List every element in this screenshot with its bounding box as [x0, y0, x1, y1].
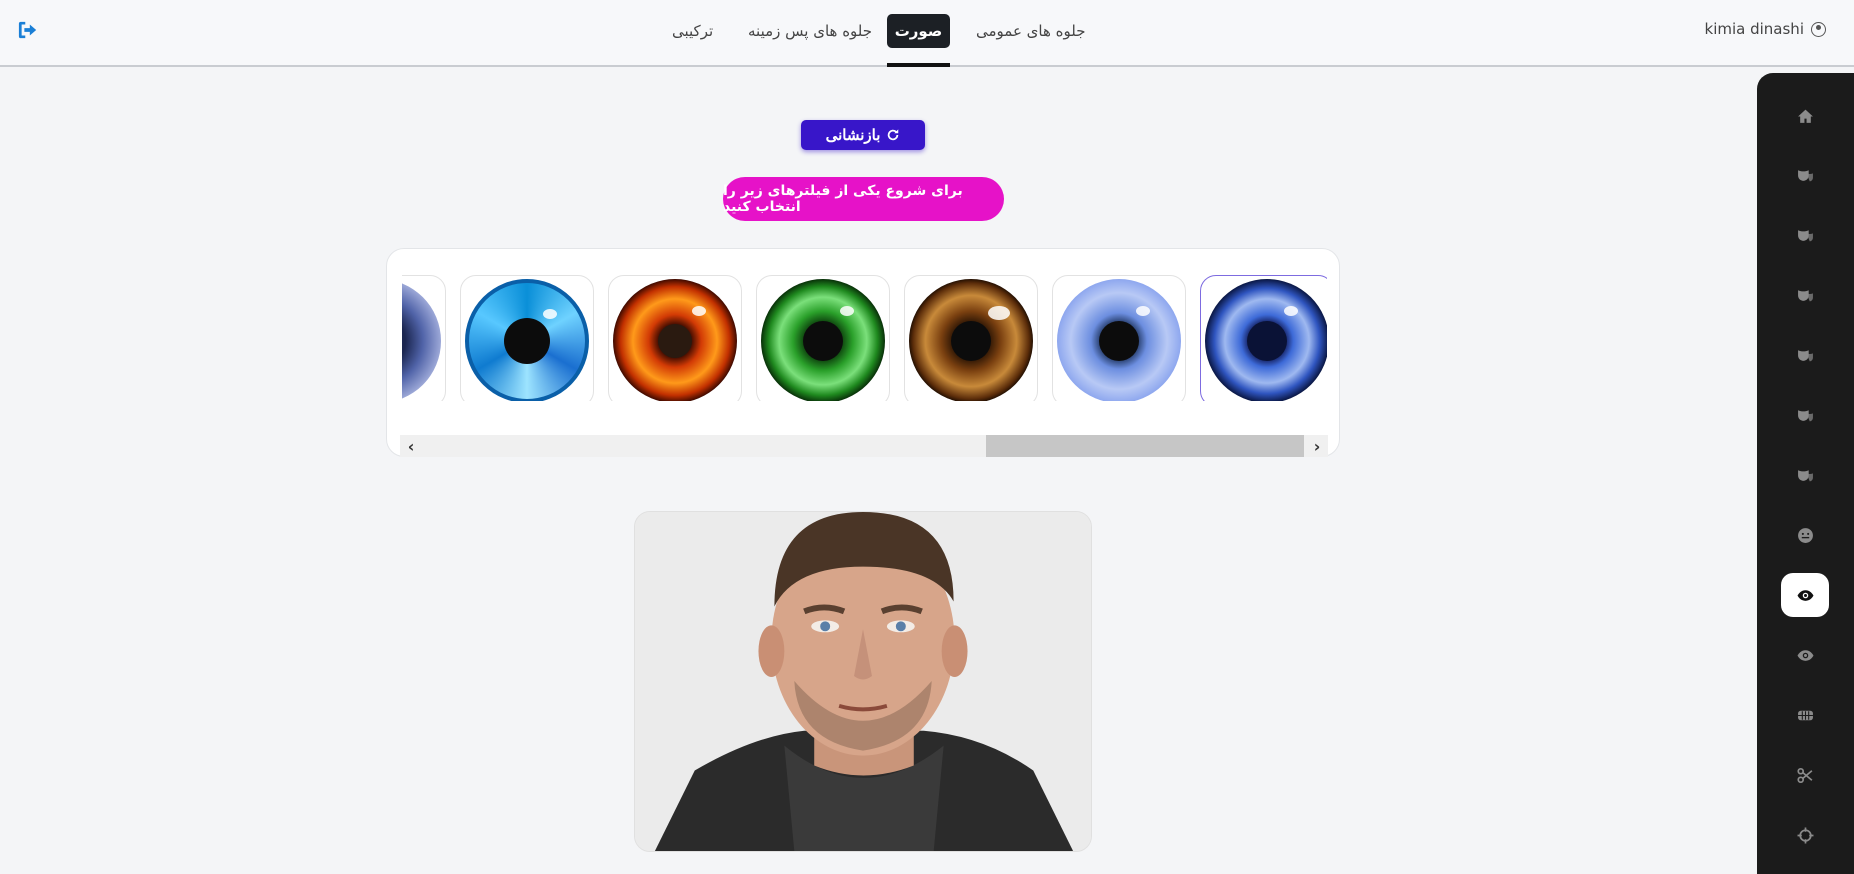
filter-thumb-fire[interactable]	[608, 275, 742, 401]
mask-icon	[1797, 409, 1813, 421]
top-header: جلوه های عمومی صورت جلوه های پس زمینه تر…	[0, 0, 1854, 67]
deep-blue-eye-image	[1205, 279, 1327, 401]
sidebar-item-scissors[interactable]	[1781, 753, 1829, 797]
face-photo-preview	[634, 511, 1092, 852]
sidebar-item-mask-2[interactable]	[1781, 213, 1829, 257]
filter-thumb-green[interactable]	[756, 275, 890, 401]
crosshair-icon	[1797, 827, 1813, 843]
reset-button[interactable]: بازنشانی	[801, 120, 925, 150]
sidebar-item-mask-3[interactable]	[1781, 273, 1829, 317]
sidebar-item-mask-4[interactable]	[1781, 333, 1829, 377]
home-icon	[1797, 109, 1813, 123]
filter-carousel	[402, 275, 1327, 401]
filter-thumb-crystal-blue[interactable]	[460, 275, 594, 401]
carousel-scrollbar[interactable]: ‹ ›	[400, 435, 1328, 457]
sidebar-item-eyes[interactable]	[1781, 633, 1829, 677]
user-circle-icon	[1811, 21, 1826, 37]
scroll-right-arrow-icon[interactable]: ›	[1306, 435, 1328, 457]
sidebar-item-home[interactable]	[1781, 94, 1829, 138]
teeth-icon	[1797, 710, 1813, 720]
active-tab-underline	[887, 63, 950, 67]
sidebar-item-crosshair[interactable]	[1781, 813, 1829, 857]
reset-label: بازنشانی	[825, 127, 881, 144]
tab-background-effects[interactable]: جلوه های پس زمینه	[748, 14, 872, 48]
filter-thumb-partial[interactable]	[402, 275, 446, 401]
eye-icon	[1797, 649, 1813, 661]
user-menu[interactable]: kimia dinashi	[1705, 20, 1826, 38]
sidebar-item-mask-5[interactable]	[1781, 393, 1829, 437]
mask-icon	[1797, 169, 1813, 181]
filter-panel: ‹ ›	[386, 248, 1340, 457]
sidebar-item-mask-1[interactable]	[1781, 153, 1829, 197]
scrollbar-thumb[interactable]	[986, 435, 1304, 457]
select-filter-hint: برای شروع یکی از فیلترهای زیر را انتخاب …	[723, 177, 1004, 221]
green-eye-image	[761, 279, 885, 401]
partial-eye-image	[402, 279, 441, 401]
tab-face[interactable]: صورت	[887, 14, 950, 48]
light-blue-eye-image	[1057, 279, 1181, 401]
right-sidebar	[1757, 73, 1854, 874]
crystal-blue-eye-image	[465, 279, 589, 401]
sidebar-item-teeth[interactable]	[1781, 693, 1829, 737]
mask-icon	[1797, 349, 1813, 361]
sidebar-item-eyes-active[interactable]	[1781, 573, 1829, 617]
scissors-icon	[1796, 767, 1812, 783]
refresh-icon	[888, 129, 899, 141]
brown-eye-image	[909, 279, 1033, 401]
scroll-left-arrow-icon[interactable]: ‹	[400, 435, 422, 457]
fire-eye-image	[613, 279, 737, 401]
filter-thumb-deep-blue[interactable]	[1200, 275, 1327, 401]
tab-general-effects[interactable]: جلوه های عمومی	[976, 14, 1086, 48]
portrait-image	[635, 512, 1091, 851]
tab-bar: جلوه های عمومی صورت جلوه های پس زمینه تر…	[0, 0, 1854, 67]
eye-icon	[1797, 589, 1813, 601]
sidebar-item-mask-6[interactable]	[1781, 453, 1829, 497]
mask-icon	[1797, 229, 1813, 241]
face-icon	[1797, 527, 1813, 543]
filter-thumb-light-blue[interactable]	[1052, 275, 1186, 401]
filter-thumb-brown[interactable]	[904, 275, 1038, 401]
user-name: kimia dinashi	[1704, 20, 1804, 38]
mask-icon	[1797, 289, 1813, 301]
tab-combined[interactable]: ترکیبی	[672, 14, 713, 48]
mask-icon	[1797, 469, 1813, 481]
sidebar-item-face[interactable]	[1781, 513, 1829, 557]
